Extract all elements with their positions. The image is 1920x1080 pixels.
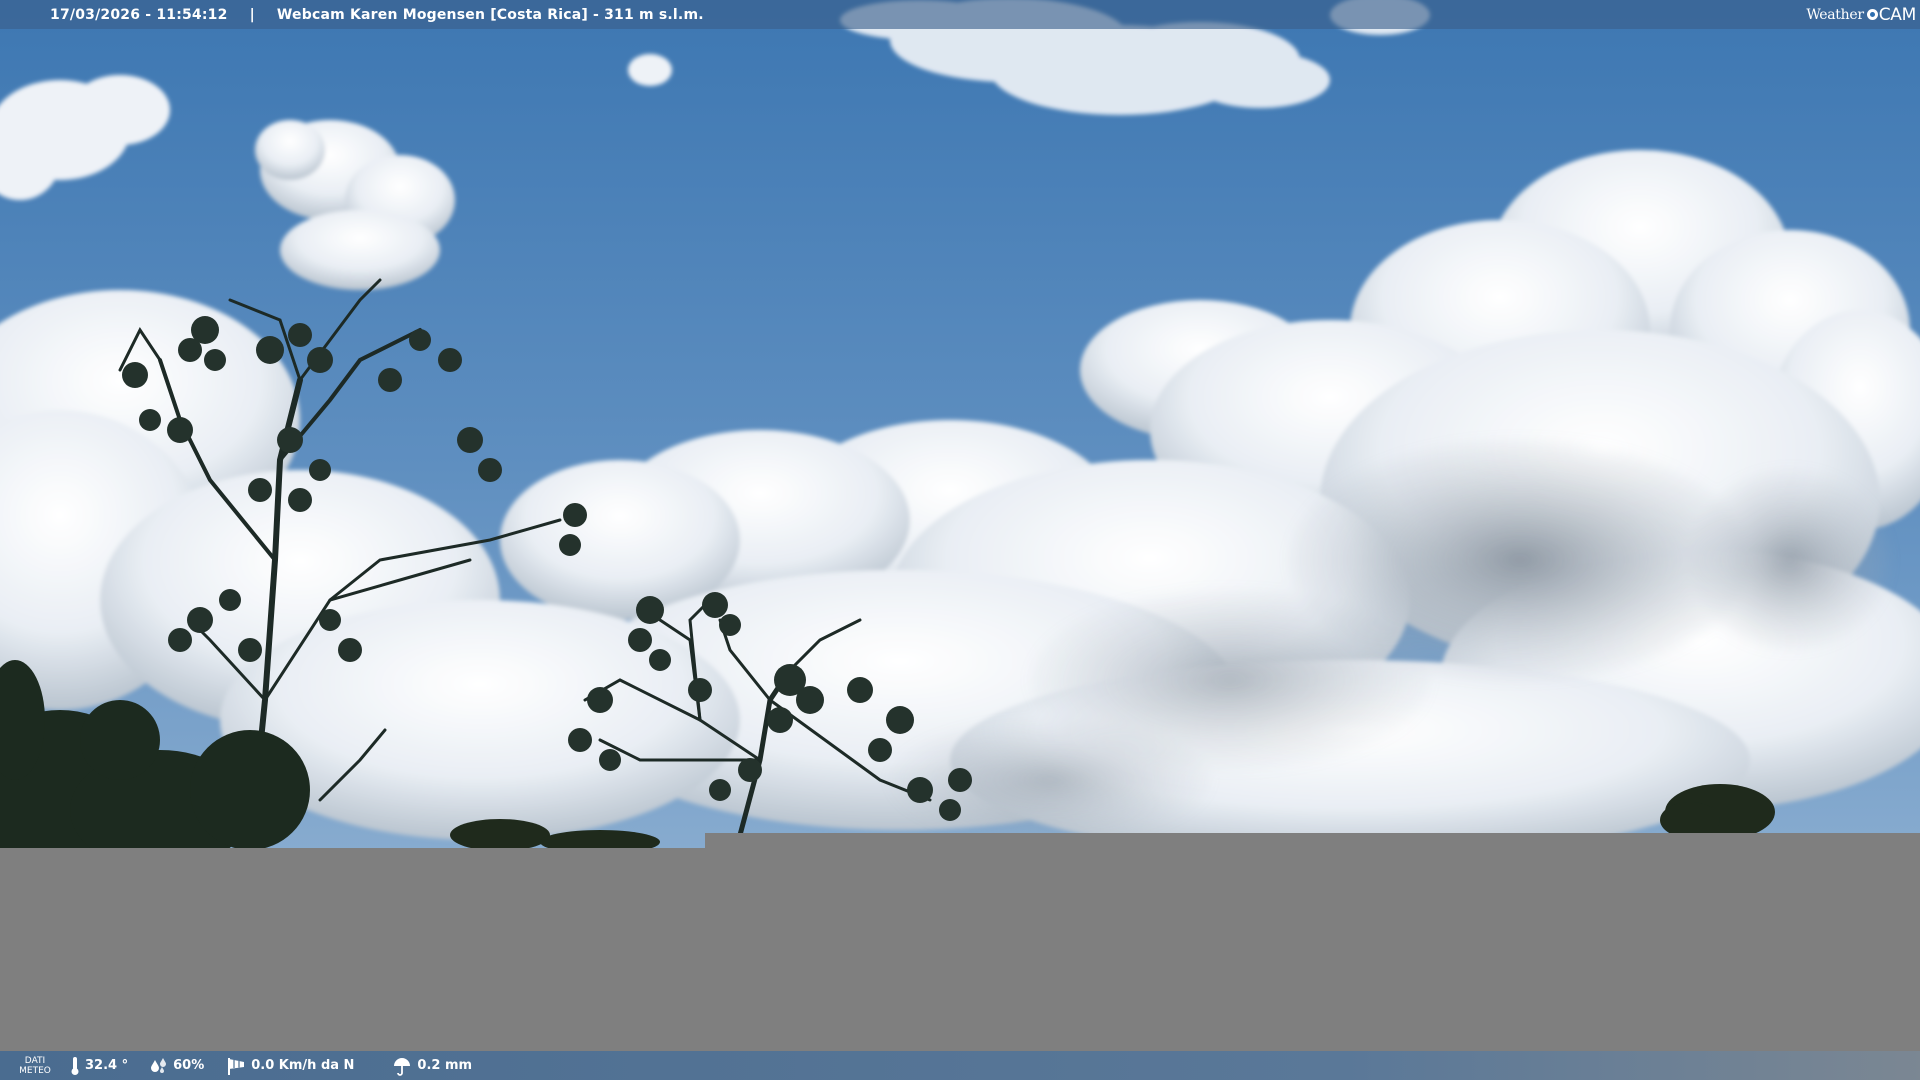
umbrella-icon: [394, 1057, 411, 1076]
humidity-metric: 60%: [150, 1057, 204, 1075]
rain-metric: 0.2 mm: [392, 1056, 472, 1076]
weather-data-bar: DATI METEO 32.4 ° 60% 0.0 Km/h da N 0.2 …: [0, 1051, 1920, 1080]
windsock-icon: [228, 1057, 245, 1075]
thermometer-icon: [71, 1056, 79, 1075]
webcam-title: Webcam Karen Mogensen [Costa Rica] - 311…: [276, 6, 704, 23]
wind-value: 0.0 Km/h da N: [251, 1058, 355, 1073]
droplets-icon: [151, 1057, 167, 1073]
meteo-label-line2: METEO: [19, 1065, 51, 1076]
webcam-frame: 17/03/2026 - 11:54:12 | Webcam Karen Mog…: [0, 0, 1920, 1080]
meteo-data-label: DATI METEO: [0, 1056, 70, 1076]
separator: |: [249, 6, 255, 23]
humidity-value: 60%: [173, 1058, 205, 1073]
brand-weather-text: Weather: [1806, 6, 1864, 23]
brand-cam-text: CAM: [1878, 4, 1917, 25]
masked-area: [0, 848, 1920, 1080]
temperature-metric: 32.4 °: [70, 1056, 128, 1076]
webcam-info-bar: 17/03/2026 - 11:54:12 | Webcam Karen Mog…: [0, 0, 1920, 29]
masked-area-step: [705, 833, 1920, 853]
meteo-label-line1: DATI: [24, 1055, 46, 1066]
datetime-label: 17/03/2026 - 11:54:12: [50, 6, 228, 23]
rain-value: 0.2 mm: [417, 1058, 473, 1073]
wind-metric: 0.0 Km/h da N: [226, 1056, 354, 1076]
temperature-value: 32.4 °: [85, 1058, 129, 1073]
brand-dot-icon: [1866, 9, 1878, 20]
weathercam-logo[interactable]: Weather CAM: [1806, 2, 1916, 27]
webcam-image: [0, 0, 1920, 1080]
